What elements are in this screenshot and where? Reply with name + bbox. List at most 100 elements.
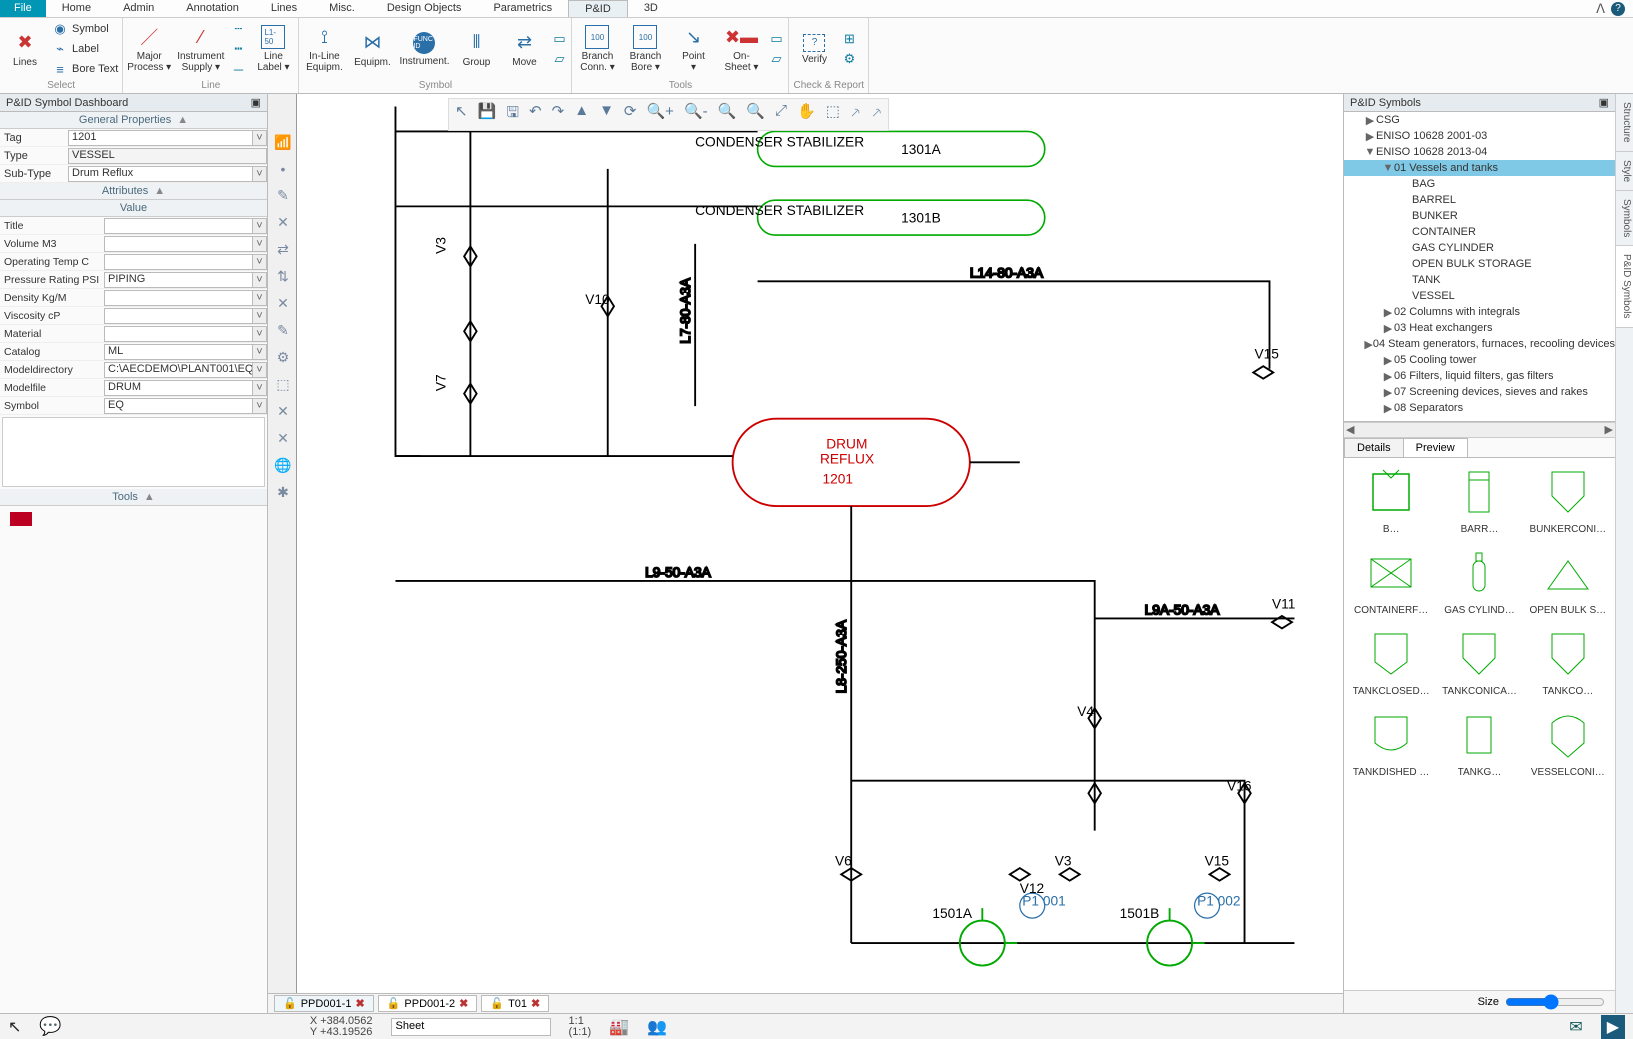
- preview-item[interactable]: TANKG…: [1438, 707, 1520, 778]
- preview-item[interactable]: BARR…: [1438, 464, 1520, 535]
- rb-instrument[interactable]: FUNC IDInstrument.: [399, 21, 449, 77]
- tree-arrow-icon[interactable]: ▶: [1382, 370, 1394, 383]
- attr-value[interactable]: [104, 308, 253, 324]
- attr-dd[interactable]: ˅: [253, 218, 267, 234]
- tree-node[interactable]: ▶04 Steam generators, furnaces, recoolin…: [1344, 336, 1615, 352]
- close-icon[interactable]: ✖: [531, 997, 540, 1010]
- menu-parametrics[interactable]: Parametrics: [477, 0, 568, 17]
- rb-symbol[interactable]: ◉Symbol: [52, 20, 118, 38]
- attr-value[interactable]: C:\AECDEMO\PLANT001\EQLIB: [104, 362, 253, 378]
- side-tab-symbols[interactable]: Symbols: [1616, 191, 1633, 246]
- attr-value[interactable]: DRUM: [104, 380, 253, 396]
- tree-node[interactable]: VESSEL: [1344, 288, 1615, 304]
- attr-dd[interactable]: ˅: [253, 254, 267, 270]
- rb-sym-a[interactable]: ▭: [551, 30, 567, 48]
- tree-node[interactable]: ▶ENISO 10628 2001-03: [1344, 128, 1615, 144]
- attr-value[interactable]: [104, 218, 253, 234]
- vtool-button[interactable]: ✕: [272, 214, 294, 231]
- tree-node[interactable]: BAG: [1344, 176, 1615, 192]
- canvas-tool-button[interactable]: ▲: [574, 102, 589, 127]
- canvas-tool-button[interactable]: ↷: [552, 102, 565, 127]
- sheet-tab[interactable]: 🔓PPD001-2✖: [378, 995, 478, 1012]
- canvas-tool-button[interactable]: 🔍: [746, 102, 765, 127]
- canvas-tool-button[interactable]: 🔍: [718, 102, 737, 127]
- attr-dd[interactable]: ˅: [253, 236, 267, 252]
- preview-item[interactable]: VESSELCONI…: [1527, 707, 1609, 778]
- canvas-tool-button[interactable]: ⬚: [826, 102, 840, 127]
- tree-node[interactable]: BUNKER: [1344, 208, 1615, 224]
- side-tab-pid-symbols[interactable]: P&ID Symbols: [1616, 246, 1633, 327]
- attr-dd[interactable]: ˅: [253, 380, 267, 396]
- canvas-tool-button[interactable]: ⟳: [624, 102, 637, 127]
- menu-home[interactable]: Home: [46, 0, 107, 17]
- tab-details[interactable]: Details: [1344, 438, 1404, 457]
- rb-line-label[interactable]: L1-50Line Label ▾: [252, 21, 294, 77]
- rb-group[interactable]: ⫴Group: [455, 21, 497, 77]
- vtool-button[interactable]: ✕: [272, 430, 294, 447]
- menu-misc[interactable]: Misc.: [313, 0, 371, 17]
- canvas-tool-button[interactable]: ↖: [455, 102, 468, 127]
- rb-line-opt3[interactable]: ─: [230, 60, 246, 78]
- rb-branch-conn[interactable]: 100Branch Conn. ▾: [576, 21, 618, 77]
- panel-pin-icon[interactable]: ▣: [251, 96, 261, 109]
- panel-pin-icon-2[interactable]: ▣: [1599, 96, 1609, 109]
- attr-value[interactable]: PIPING: [104, 272, 253, 288]
- preview-item[interactable]: GAS CYLIND…: [1438, 545, 1520, 616]
- size-slider[interactable]: [1505, 994, 1605, 1010]
- input-subtype[interactable]: Drum Reflux: [68, 166, 253, 182]
- people-icon[interactable]: 👥: [647, 1017, 667, 1037]
- mail-icon[interactable]: ✉: [1569, 1017, 1582, 1037]
- tree-node[interactable]: ▶CSG: [1344, 112, 1615, 128]
- preview-item[interactable]: TANKCO…: [1527, 626, 1609, 697]
- tree-node[interactable]: ▶08 Separators: [1344, 400, 1615, 416]
- preview-grid[interactable]: B…BARR…BUNKERCONI…CONTAINERF…GAS CYLIND……: [1344, 458, 1615, 990]
- collapse-ribbon-icon[interactable]: ᐱ: [1596, 1, 1605, 17]
- dd-subtype[interactable]: ˅: [253, 166, 267, 182]
- vtool-button[interactable]: ⬚: [272, 376, 294, 393]
- tree-arrow-icon[interactable]: ▼: [1382, 162, 1394, 174]
- tree-arrow-icon[interactable]: ▶: [1382, 322, 1394, 335]
- drawing-canvas[interactable]: CONDENSER STABILIZER 1301A CONDENSER STA…: [296, 94, 1343, 993]
- tree-node[interactable]: ▶05 Cooling tower: [1344, 352, 1615, 368]
- vtool-button[interactable]: 📶: [272, 134, 294, 151]
- tree-arrow-icon[interactable]: ▶: [1382, 386, 1394, 399]
- tree-node[interactable]: CONTAINER: [1344, 224, 1615, 240]
- rb-major-process[interactable]: ／Major Process ▾: [127, 21, 171, 77]
- menu-lines[interactable]: Lines: [255, 0, 313, 17]
- tree-node[interactable]: TANK: [1344, 272, 1615, 288]
- attr-value[interactable]: EQ: [104, 398, 253, 414]
- attr-dd[interactable]: ˅: [253, 362, 267, 378]
- menu-3d[interactable]: 3D: [628, 0, 674, 17]
- attr-dd[interactable]: ˅: [253, 272, 267, 288]
- rb-point[interactable]: ↘Point ▾: [672, 21, 714, 77]
- close-icon[interactable]: ✖: [459, 997, 468, 1010]
- preview-item[interactable]: TANKCONICA…: [1438, 626, 1520, 697]
- help-icon[interactable]: ?: [1611, 2, 1625, 16]
- canvas-tool-button[interactable]: 🖫: [506, 102, 519, 127]
- vtool-button[interactable]: ⚙: [272, 349, 294, 366]
- attr-value[interactable]: [104, 254, 253, 270]
- close-icon[interactable]: ✖: [355, 997, 364, 1010]
- preview-item[interactable]: OPEN BULK S…: [1527, 545, 1609, 616]
- tools-header[interactable]: Tools▲: [0, 489, 267, 506]
- rb-check-b[interactable]: ⚙: [841, 50, 857, 68]
- sheet-tab[interactable]: 🔓T01✖: [481, 995, 549, 1012]
- preview-item[interactable]: B…: [1350, 464, 1432, 535]
- tree-arrow-icon[interactable]: ▶: [1382, 402, 1394, 415]
- rb-lines[interactable]: ✖ Lines: [4, 21, 46, 77]
- tree-arrow-icon[interactable]: ▶: [1364, 114, 1376, 127]
- attr-value[interactable]: [104, 290, 253, 306]
- tree-arrow-icon[interactable]: ▼: [1364, 146, 1376, 158]
- vtool-button[interactable]: •: [272, 161, 294, 177]
- dd-tag[interactable]: ˅: [253, 130, 267, 146]
- input-type[interactable]: VESSEL: [68, 148, 267, 164]
- symbols-tree[interactable]: ▶CSG▶ENISO 10628 2001-03▼ENISO 10628 201…: [1344, 112, 1615, 422]
- menu-file[interactable]: File: [0, 0, 46, 17]
- input-tag[interactable]: 1201: [68, 130, 253, 146]
- canvas-tool-button[interactable]: ⸕: [850, 102, 861, 127]
- preview-item[interactable]: CONTAINERF…: [1350, 545, 1432, 616]
- menu-admin[interactable]: Admin: [107, 0, 170, 17]
- preview-item[interactable]: TANKCLOSED…: [1350, 626, 1432, 697]
- attr-value[interactable]: ML: [104, 344, 253, 360]
- menu-annotation[interactable]: Annotation: [170, 0, 255, 17]
